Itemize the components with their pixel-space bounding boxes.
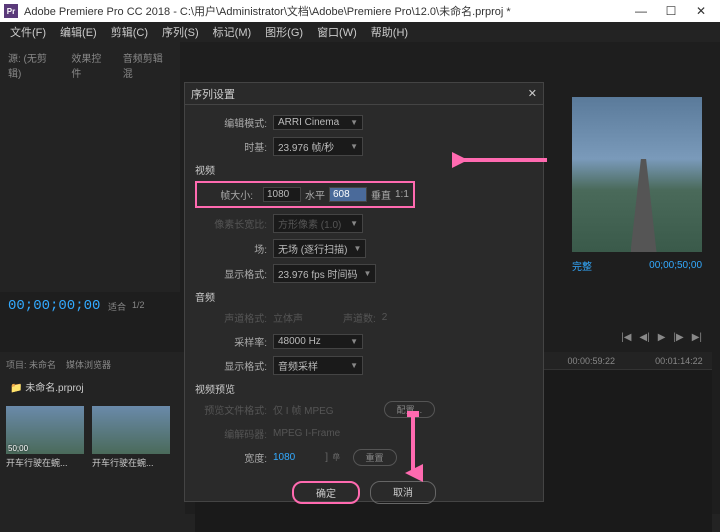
project-panel: 项目: 未命名 媒体浏览器 📁 未命名.prproj 50;00 开车行驶在蜿.…: [0, 352, 185, 532]
menu-help[interactable]: 帮助(H): [365, 22, 414, 42]
preview-height-label: 高度:: [195, 474, 273, 476]
timebase-select[interactable]: 23.976 帧/秒▼: [273, 137, 363, 156]
menu-clip[interactable]: 剪辑(C): [105, 22, 154, 42]
menu-graphics[interactable]: 图形(G): [259, 22, 309, 42]
step-back-button[interactable]: ◀|: [639, 332, 649, 343]
sample-rate-label: 采样率:: [195, 334, 273, 349]
edit-mode-label: 编辑模式:: [195, 115, 273, 130]
channel-format-label: 声道格式:: [195, 310, 273, 325]
audio-display-label: 显示格式:: [195, 358, 273, 373]
frame-width-input[interactable]: 1080: [263, 187, 301, 202]
channel-format-value: 立体声: [273, 310, 303, 325]
audio-display-select[interactable]: 音频采样▼: [273, 356, 363, 375]
source-panel: 源: (无剪辑) 效果控件 音频剪辑混: [0, 42, 180, 292]
annotation-arrow-icon: [452, 150, 552, 170]
program-fit[interactable]: 完整: [572, 258, 592, 273]
program-timecode: 00;00;50;00: [649, 260, 702, 271]
display-format-select[interactable]: 23.976 fps 时间码▼: [273, 264, 376, 283]
tab-effects[interactable]: 效果控件: [71, 50, 110, 80]
app-icon: Pr: [4, 4, 18, 18]
menu-file[interactable]: 文件(F): [4, 22, 52, 42]
project-clip[interactable]: 开车行驶在蜿...: [92, 406, 170, 469]
frame-size-label: 帧大小:: [201, 187, 259, 202]
play-button[interactable]: ▶: [658, 332, 666, 343]
project-name: 📁 未命名.prproj: [6, 375, 179, 398]
sample-rate-select[interactable]: 48000 Hz▼: [273, 334, 363, 349]
channels-value: 2: [382, 312, 388, 323]
frame-height-input[interactable]: 608: [329, 187, 367, 202]
audio-section: 音频: [195, 289, 533, 304]
project-clip[interactable]: 50;00 开车行驶在蜿...: [6, 406, 84, 469]
tab-audio-mixer[interactable]: 音频剪辑混: [123, 50, 172, 80]
program-transport: |◀ ◀| ▶ |▶ ▶|: [621, 332, 702, 343]
reset-button[interactable]: 重置: [353, 449, 397, 466]
program-monitor: 完整 00;00;50;00: [572, 97, 702, 277]
minimize-button[interactable]: —: [626, 1, 656, 21]
fit-dropdown[interactable]: 适合: [108, 300, 126, 313]
horizontal-label: 水平: [305, 187, 325, 202]
next-button[interactable]: ▶|: [692, 332, 702, 343]
menubar: 文件(F) 编辑(E) 剪辑(C) 序列(S) 标记(M) 图形(G) 窗口(W…: [0, 22, 720, 42]
tab-source[interactable]: 源: (无剪辑): [8, 50, 59, 80]
menu-sequence[interactable]: 序列(S): [156, 22, 205, 42]
program-video-frame[interactable]: [572, 97, 702, 252]
frame-size-highlight: 帧大小: 1080 水平 608 垂直 1:1: [195, 181, 415, 208]
resolution-dropdown[interactable]: 1/2: [132, 300, 145, 313]
timebase-label: 时基:: [195, 139, 273, 154]
edit-mode-select[interactable]: ARRI Cinema▼: [273, 115, 363, 130]
pixel-aspect-label: 像素长宽比:: [195, 216, 273, 231]
cancel-button[interactable]: 取消: [370, 481, 436, 504]
annotation-arrow-icon: [403, 411, 423, 483]
close-button[interactable]: ✕: [686, 1, 716, 21]
window-titlebar: Pr Adobe Premiere Pro CC 2018 - C:\用户\Ad…: [0, 0, 720, 22]
display-format-label: 显示格式:: [195, 266, 273, 281]
window-title: Adobe Premiere Pro CC 2018 - C:\用户\Admin…: [24, 3, 626, 19]
aspect-label: 1:1: [395, 189, 409, 200]
preview-file-label: 预览文件格式:: [195, 402, 273, 417]
pixel-aspect-select: 方形像素 (1.0)▼: [273, 214, 363, 233]
menu-window[interactable]: 窗口(W): [311, 22, 363, 42]
source-timecode: 00;00;00;00: [8, 298, 100, 314]
codec-label: 编解码器:: [195, 426, 273, 441]
codec-value: MPEG I-Frame: [273, 428, 340, 439]
preview-section: 视频预览: [195, 381, 533, 396]
menu-marker[interactable]: 标记(M): [207, 22, 258, 42]
preview-width-value[interactable]: 1080: [273, 452, 295, 463]
maximize-button[interactable]: ☐: [656, 1, 686, 21]
step-fwd-button[interactable]: |▶: [673, 332, 683, 343]
tab-media-browser[interactable]: 媒体浏览器: [66, 358, 111, 371]
fields-select[interactable]: 无场 (逐行扫描)▼: [273, 239, 366, 258]
dialog-close-icon[interactable]: ✕: [528, 87, 537, 100]
sequence-settings-dialog: 序列设置 ✕ 编辑模式: ARRI Cinema▼ 时基: 23.976 帧/秒…: [184, 82, 544, 502]
channels-label: 声道数:: [343, 310, 382, 325]
tab-project[interactable]: 项目: 未命名: [6, 358, 56, 371]
fields-label: 场:: [195, 241, 273, 256]
vertical-label: 垂直: [371, 187, 391, 202]
dialog-title: 序列设置: [191, 86, 528, 102]
preview-file-value: 仅 I 帧 MPEG: [273, 402, 334, 417]
ok-button[interactable]: 确定: [292, 481, 360, 504]
menu-edit[interactable]: 编辑(E): [54, 22, 103, 42]
preview-width-label: 宽度:: [195, 450, 273, 465]
prev-button[interactable]: |◀: [621, 332, 631, 343]
